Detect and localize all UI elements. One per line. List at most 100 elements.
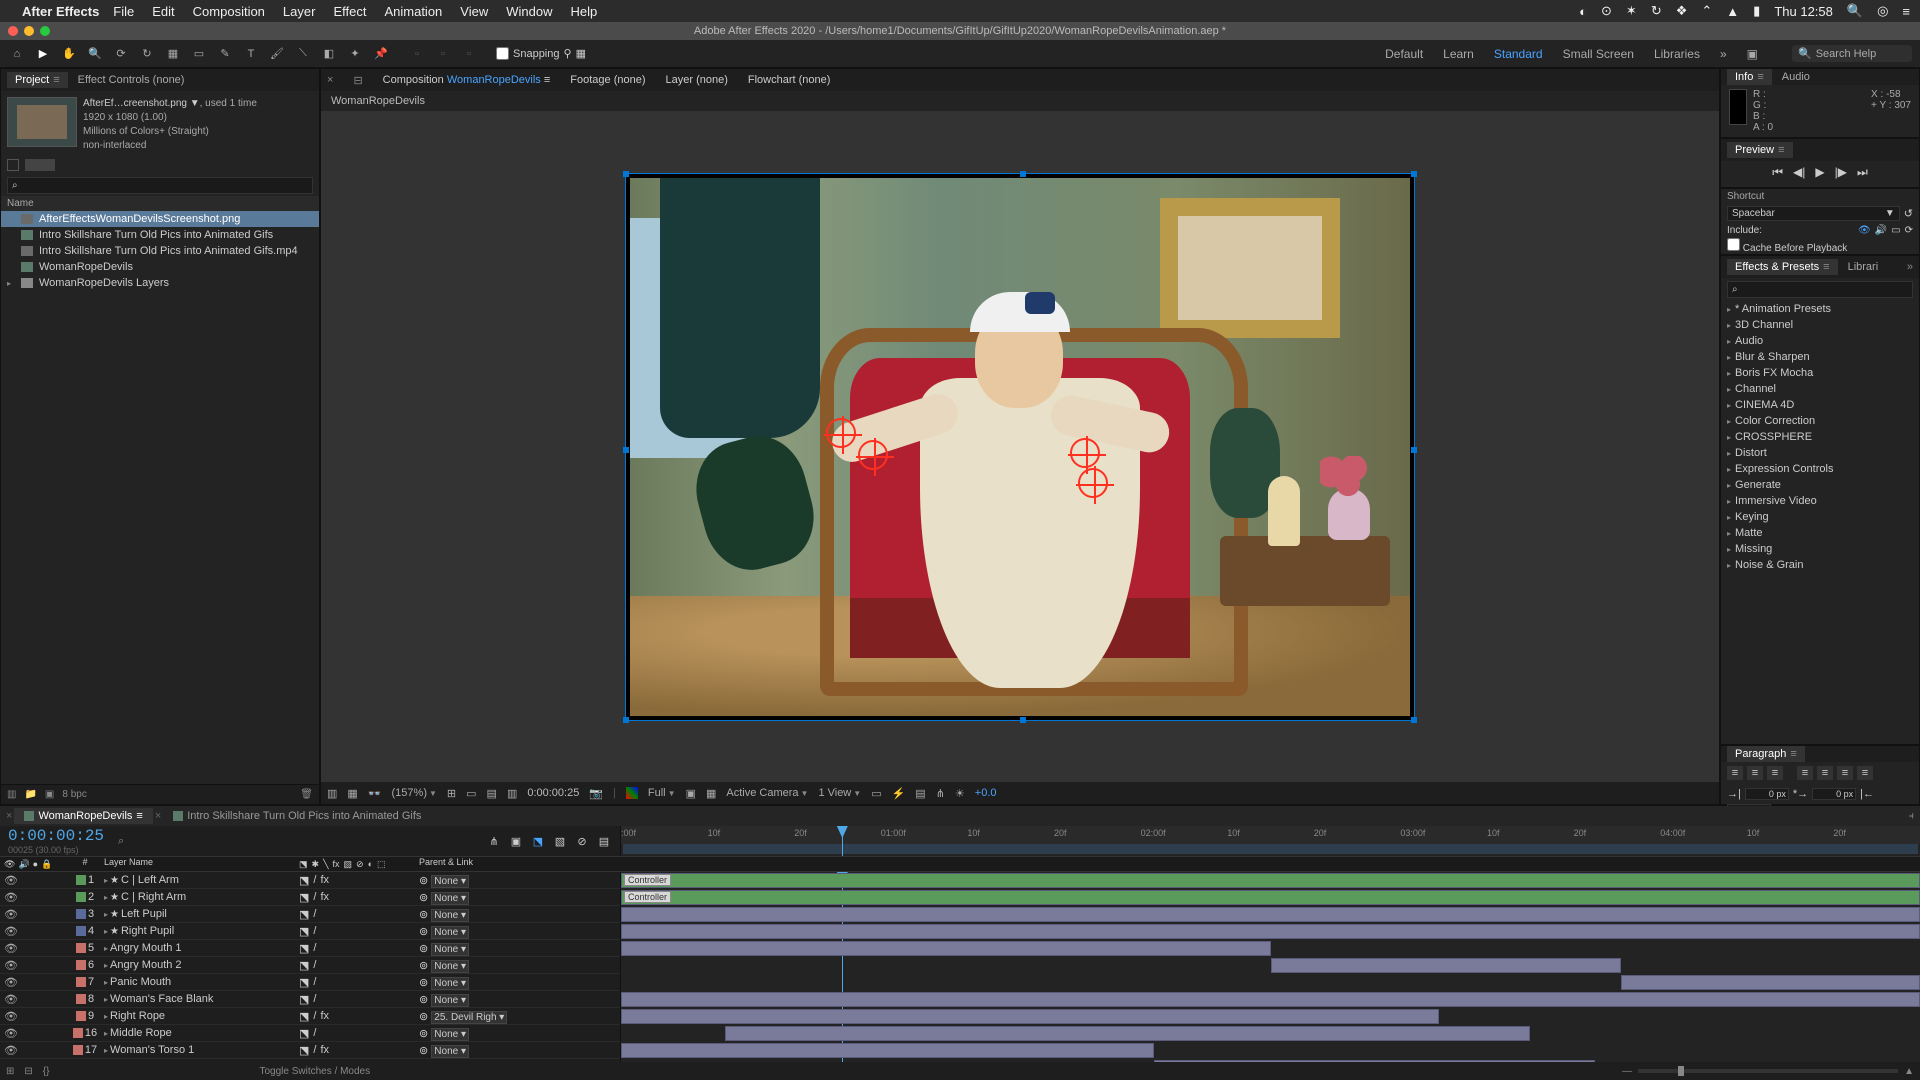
label-color-chip[interactable] <box>73 1028 83 1038</box>
pickwhip-icon[interactable]: ⊚ <box>419 1045 428 1057</box>
visibility-toggle-icon[interactable]: 👁 <box>4 891 18 904</box>
layer-bar[interactable] <box>1621 975 1920 990</box>
selection-handle[interactable] <box>1411 171 1417 177</box>
composition-canvas[interactable] <box>625 173 1415 721</box>
timeline-search-icon[interactable]: ⌕ <box>118 835 124 848</box>
effect-category[interactable]: ▸Expression Controls <box>1721 461 1919 477</box>
viewer-tab-flowchart[interactable]: Flowchart (none) <box>748 74 831 86</box>
label-color-chip[interactable] <box>76 994 86 1004</box>
selection-handle[interactable] <box>623 717 629 723</box>
interpret-footage-icon[interactable]: ▥ <box>7 789 16 800</box>
notification-icon[interactable]: ≡ <box>1902 4 1910 19</box>
zoom-in-icon[interactable]: ▲ <box>1904 1066 1914 1077</box>
tab-close-icon[interactable]: × <box>6 810 12 822</box>
adaptive-res-icon[interactable]: ▦ <box>706 787 716 800</box>
camera-dropdown[interactable]: Active Camera▼ <box>726 787 808 799</box>
draft-3d-icon[interactable]: ▣ <box>508 833 524 849</box>
panel-menu-icon[interactable]: ≡ <box>53 74 59 86</box>
effect-category[interactable]: ▸Color Correction <box>1721 413 1919 429</box>
frame-blend-header-icon[interactable]: ▧ <box>344 859 353 870</box>
home-icon[interactable]: ⌂ <box>8 45 26 63</box>
menu-effect[interactable]: Effect <box>333 4 366 19</box>
selection-handle[interactable] <box>1411 447 1417 453</box>
timeline-layer-row[interactable]: 👁2▸★C | Right Arm⬔ / fx⊚ None ▾ <box>0 889 620 906</box>
effect-category[interactable]: ▸CINEMA 4D <box>1721 397 1919 413</box>
tab-preview[interactable]: Preview≡ <box>1727 142 1793 158</box>
timeline-layer-row[interactable]: 👁4▸★Right Pupil⬔ / ⊚ None ▾ <box>0 923 620 940</box>
lock-column-icon[interactable]: 🔒 <box>41 859 52 870</box>
timeline-tab-other[interactable]: Intro Skillshare Turn Old Pics into Anim… <box>163 808 431 824</box>
fx-header-icon[interactable]: fx <box>332 859 339 869</box>
play-icon[interactable]: ▶ <box>1815 165 1824 180</box>
first-frame-icon[interactable]: ⏮ <box>1772 165 1783 180</box>
layer-bar[interactable] <box>621 941 1271 956</box>
viewer-tab-layer[interactable]: Layer (none) <box>666 74 728 86</box>
workspace-libraries[interactable]: Libraries <box>1654 47 1700 61</box>
menu-edit[interactable]: Edit <box>152 4 174 19</box>
audio-column-icon[interactable]: 🔊 <box>18 859 29 870</box>
layer-bar[interactable] <box>1271 958 1622 973</box>
parent-dropdown[interactable]: None ▾ <box>431 926 469 939</box>
cache-checkbox[interactable] <box>1727 238 1740 251</box>
pickwhip-icon[interactable]: ⊚ <box>419 960 428 972</box>
layer-bar[interactable] <box>725 1026 1530 1041</box>
layer-bar[interactable]: Controller <box>621 873 1920 888</box>
layer-bar[interactable] <box>621 1043 1154 1058</box>
effect-category[interactable]: ▸Distort <box>1721 445 1919 461</box>
prev-frame-icon[interactable]: ◀| <box>1793 165 1805 180</box>
flowchart-icon[interactable]: ⋔ <box>936 787 945 800</box>
zoom-dropdown[interactable]: (157%)▼ <box>392 787 437 799</box>
align-center-icon[interactable]: ≡ <box>1747 766 1763 780</box>
camera-tool-icon[interactable]: ▦ <box>164 45 182 63</box>
effect-category[interactable]: ▸Keying <box>1721 509 1919 525</box>
justify-all-icon[interactable]: ≡ <box>1857 766 1873 780</box>
selection-handle[interactable] <box>623 447 629 453</box>
show-footage-icon[interactable] <box>7 159 19 171</box>
puppet-tool-icon[interactable]: 📌 <box>372 45 390 63</box>
layer-bar[interactable] <box>621 907 1920 922</box>
layer-bar[interactable] <box>1154 1060 1596 1062</box>
effect-category[interactable]: ▸Boris FX Mocha <box>1721 365 1919 381</box>
tab-close-icon[interactable]: × <box>327 74 333 86</box>
project-item[interactable]: WomanRopeDevils <box>1 259 319 275</box>
toggle-3d-icon[interactable]: 👓 <box>368 787 382 800</box>
work-area-bar[interactable] <box>623 844 1918 854</box>
pickwhip-icon[interactable]: ⊚ <box>419 943 428 955</box>
collapse-header-icon[interactable]: ✱ <box>312 859 320 870</box>
workspace-standard[interactable]: Standard <box>1494 47 1543 61</box>
timeline-layer-row[interactable]: 👁3▸★Left Pupil⬔ / ⊚ None ▾ <box>0 906 620 923</box>
viewer-timecode[interactable]: 0:00:00:25 <box>527 787 579 799</box>
3d-header-icon[interactable]: ⬚ <box>377 859 386 870</box>
timeline-tab-main[interactable]: WomanRopeDevils ≡ <box>14 808 152 824</box>
adjustment-header-icon[interactable]: ◐ <box>368 859 373 869</box>
timeline-layer-row[interactable]: 👁16▸Middle Rope⬔ / ⊚ None ▾ <box>0 1025 620 1042</box>
spotlight-icon[interactable]: 🔍 <box>1847 3 1863 19</box>
selection-handle[interactable] <box>1411 717 1417 723</box>
toggle-transparency-icon[interactable]: ▦ <box>347 787 357 800</box>
visibility-toggle-icon[interactable]: 👁 <box>4 908 18 921</box>
eraser-tool-icon[interactable]: ◧ <box>320 45 338 63</box>
visibility-toggle-icon[interactable]: 👁 <box>4 942 18 955</box>
workspace-overflow-icon[interactable]: » <box>1720 47 1727 61</box>
minimize-window-button[interactable] <box>24 26 34 36</box>
selection-handle[interactable] <box>1020 171 1026 177</box>
workspace-smallscreen[interactable]: Small Screen <box>1563 47 1634 61</box>
frame-blend-icon[interactable]: ▧ <box>552 833 568 849</box>
parent-dropdown[interactable]: None ▾ <box>431 1028 469 1041</box>
parent-dropdown[interactable]: None ▾ <box>431 943 469 956</box>
align-left-icon[interactable]: ≡ <box>1727 766 1743 780</box>
guides-icon[interactable]: ▥ <box>507 787 517 800</box>
effects-list[interactable]: ▸* Animation Presets▸3D Channel▸Audio▸Bl… <box>1721 301 1919 573</box>
close-window-button[interactable] <box>8 26 18 36</box>
rect-tool-icon[interactable]: ▭ <box>190 45 208 63</box>
snapping-grid-icon[interactable]: ▦ <box>576 47 586 60</box>
label-color-chip[interactable] <box>76 960 86 970</box>
parent-dropdown[interactable]: None ▾ <box>431 1045 469 1058</box>
show-comp-icon[interactable] <box>25 159 55 171</box>
tab-close-icon[interactable]: × <box>155 810 161 822</box>
visibility-toggle-icon[interactable]: 👁 <box>4 1044 18 1057</box>
selection-handle[interactable] <box>1020 717 1026 723</box>
snapshot-icon[interactable]: 📷 <box>589 787 603 800</box>
effect-category[interactable]: ▸Matte <box>1721 525 1919 541</box>
menu-composition[interactable]: Composition <box>193 4 265 19</box>
